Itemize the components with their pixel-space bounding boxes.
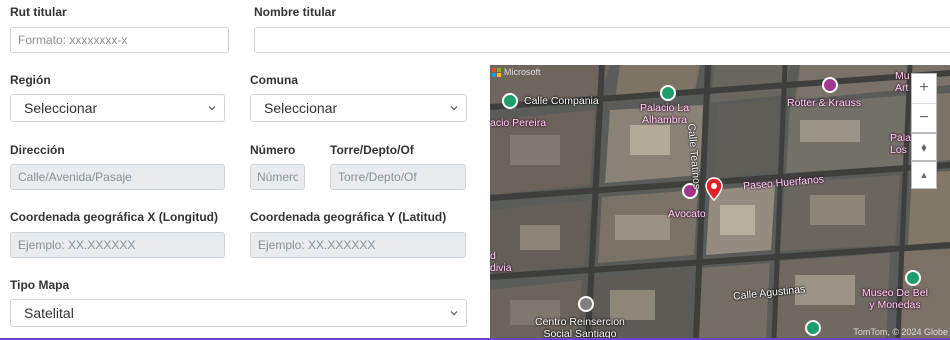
chevron-down-icon — [450, 311, 458, 316]
chevron-down-icon — [450, 106, 458, 111]
nombre-label: Nombre titular — [254, 5, 337, 19]
map-label-museo-bellas: Museo De Bel y Monedas — [862, 287, 928, 311]
map-poi-green-icon[interactable] — [905, 270, 921, 286]
coord-x-label: Coordenada geográfica X (Longitud) — [10, 210, 219, 224]
map-poi-green-icon[interactable] — [660, 85, 676, 101]
comuna-label: Comuna — [250, 73, 298, 87]
torre-label: Torre/Depto/Of — [330, 143, 414, 157]
zoom-controls: + − — [911, 73, 937, 133]
location-pin-icon[interactable] — [705, 177, 723, 201]
zoom-in-button[interactable]: + — [919, 74, 928, 103]
direccion-label: Dirección — [10, 143, 65, 157]
region-selected-value: Seleccionar — [24, 100, 98, 116]
map-label-palacio-los: Pala Los — [890, 132, 912, 156]
coord-y-label: Coordenada geográfica Y (Latitud) — [250, 210, 447, 224]
map-label-palacio-alhambra: Palacio La Alhambra — [640, 102, 690, 126]
map-brand: Microsoft — [492, 67, 541, 77]
map-attribution: TomTom, © 2024 Globe — [853, 327, 948, 337]
map-label-rotter-krauss: Rotter & Krauss — [787, 97, 862, 109]
map-label-divia: d divia — [490, 250, 512, 274]
tipo-mapa-label: Tipo Mapa — [10, 278, 70, 292]
rut-input[interactable] — [10, 27, 229, 53]
map-poi-green-icon[interactable] — [805, 320, 821, 336]
zoom-out-button[interactable]: − — [912, 102, 936, 132]
region-label: Región — [10, 73, 51, 87]
coord-x-input[interactable] — [10, 232, 225, 258]
map-label-calle-compania: Calle Compania — [524, 95, 599, 107]
map-poi-building-icon[interactable] — [578, 296, 594, 312]
map-label-avocato: Avocato — [668, 208, 706, 220]
microsoft-logo-icon — [492, 67, 501, 77]
comuna-select[interactable]: Seleccionar — [250, 94, 467, 122]
map-label-museo-arte: Mu Art — [895, 70, 910, 94]
map-label-palacio-pereira: acio Pereira — [490, 117, 547, 129]
map-poi-green-icon[interactable] — [502, 93, 518, 109]
region-select[interactable]: Seleccionar — [10, 94, 225, 122]
map-poi-shop-icon[interactable] — [822, 77, 838, 93]
map-brand-text: Microsoft — [504, 67, 541, 77]
torre-input[interactable] — [330, 164, 466, 190]
rut-label: Rut titular — [10, 5, 67, 19]
satellite-map[interactable]: Microsoft Calle Compania Palacio La Alha… — [490, 65, 950, 338]
map-label-centro-reinsercion: Centro Reinsercion Social Santiago — [535, 316, 625, 338]
compass-button[interactable]: ⬧ — [911, 133, 937, 161]
direccion-input[interactable] — [10, 164, 225, 190]
coord-y-input[interactable] — [250, 232, 466, 258]
chevron-down-icon — [208, 106, 216, 111]
tipo-mapa-selected-value: Satelital — [24, 305, 74, 321]
numero-input[interactable] — [250, 164, 305, 190]
nombre-input[interactable] — [254, 27, 950, 53]
numero-label: Número — [250, 143, 296, 157]
tilt-button[interactable]: ▲ — [911, 161, 937, 189]
comuna-selected-value: Seleccionar — [264, 100, 338, 116]
tipo-mapa-select[interactable]: Satelital — [10, 299, 467, 327]
